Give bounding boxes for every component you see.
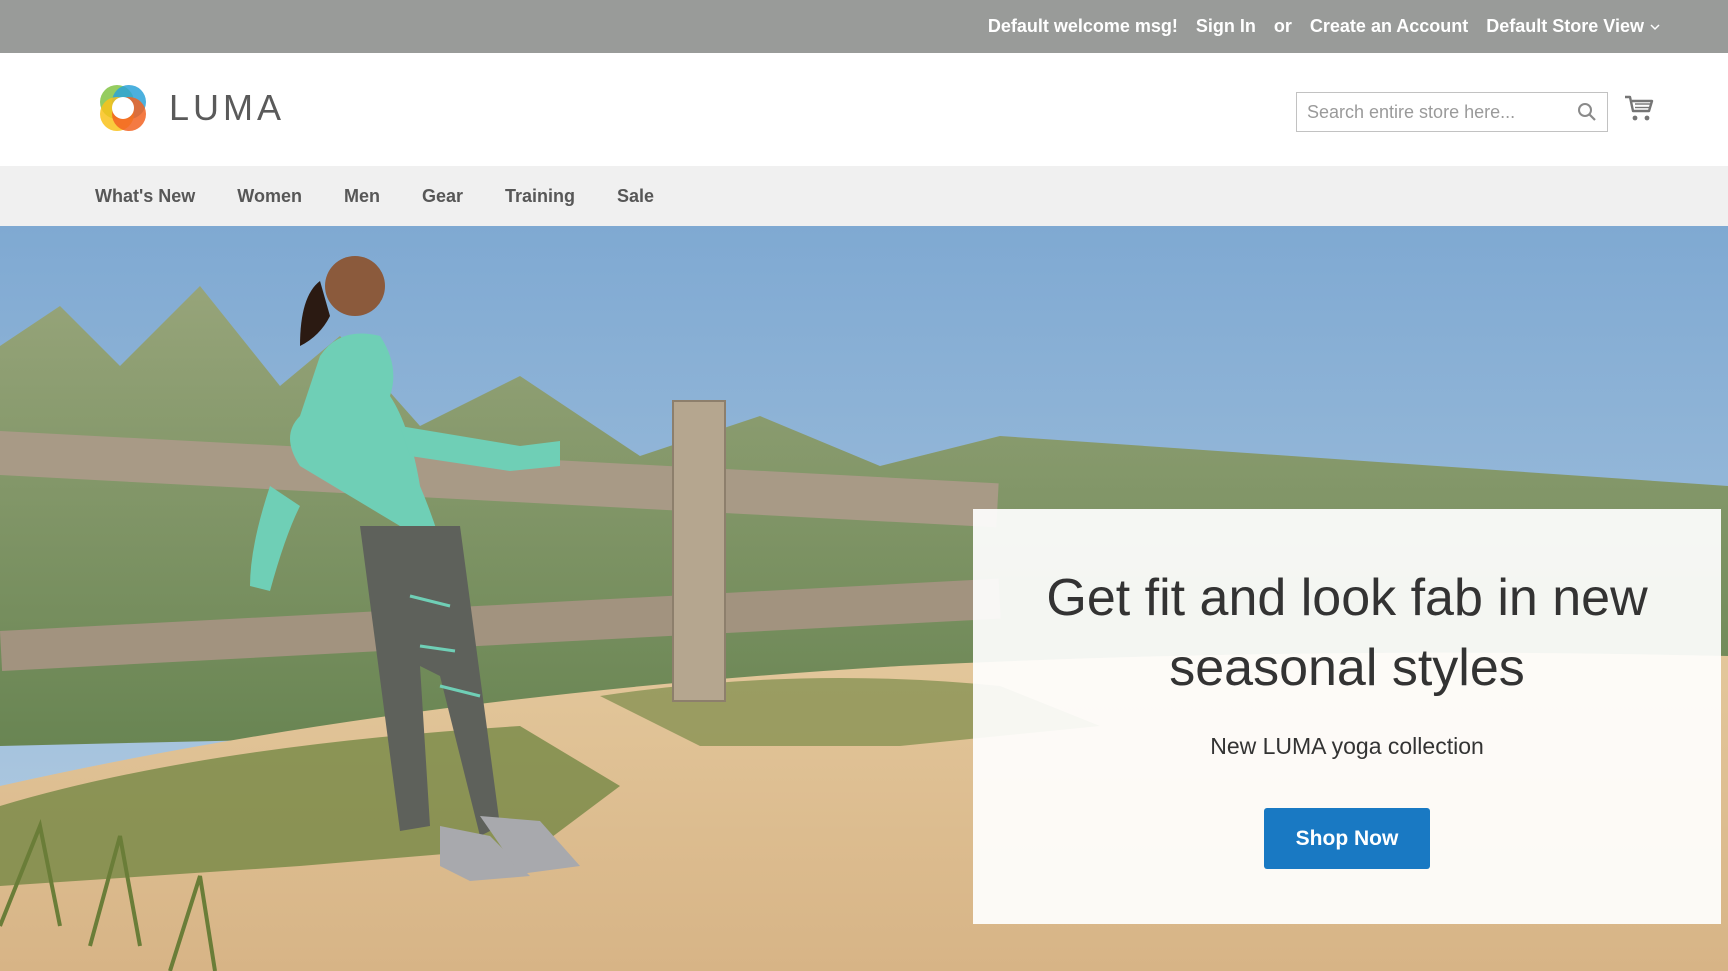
top-bar: Default welcome msg! Sign In or Create a… [0,0,1728,53]
or-text: or [1273,16,1292,36]
promo-title: Get fit and look fab in new seasonal sty… [1046,569,1648,697]
nav-item-training[interactable]: Training [505,186,575,207]
nav-item-whats-new[interactable]: What's New [95,186,195,207]
search-input[interactable] [1297,93,1567,131]
promo-subtitle: New LUMA yoga collection [1210,733,1484,759]
store-view-switcher[interactable]: Default Store View [1486,16,1660,37]
nav-item-men[interactable]: Men [344,186,380,207]
main-navigation: What's New Women Men Gear Training Sale [0,166,1728,226]
cart-icon[interactable] [1624,93,1654,125]
nav-item-gear[interactable]: Gear [422,186,463,207]
search-button[interactable] [1567,93,1607,131]
luma-logo-icon [100,85,146,131]
search-box [1296,92,1608,132]
create-account-link[interactable]: Create an Account [1310,16,1468,37]
chevron-down-icon [1650,23,1660,30]
shop-now-button[interactable]: Shop Now [1264,808,1430,869]
promo-panel: Get fit and look fab in new seasonal sty… [973,509,1721,924]
search-icon [1578,103,1596,121]
store-view-label: Default Store View [1486,16,1644,36]
logo[interactable]: LUMA [95,80,285,136]
nav-menu: What's New Women Men Gear Training Sale [95,166,654,226]
top-links: Default welcome msg! Sign In or Create a… [988,0,1660,53]
nav-item-women[interactable]: Women [237,186,302,207]
nav-item-sale[interactable]: Sale [617,186,654,207]
sign-in-link[interactable]: Sign In [1196,16,1256,37]
logo-text: LUMA [169,87,286,128]
welcome-message: Default welcome msg! [987,16,1178,36]
hero-banner[interactable]: Get fit and look fab in new seasonal sty… [0,226,1728,971]
header: LUMA [0,53,1728,166]
